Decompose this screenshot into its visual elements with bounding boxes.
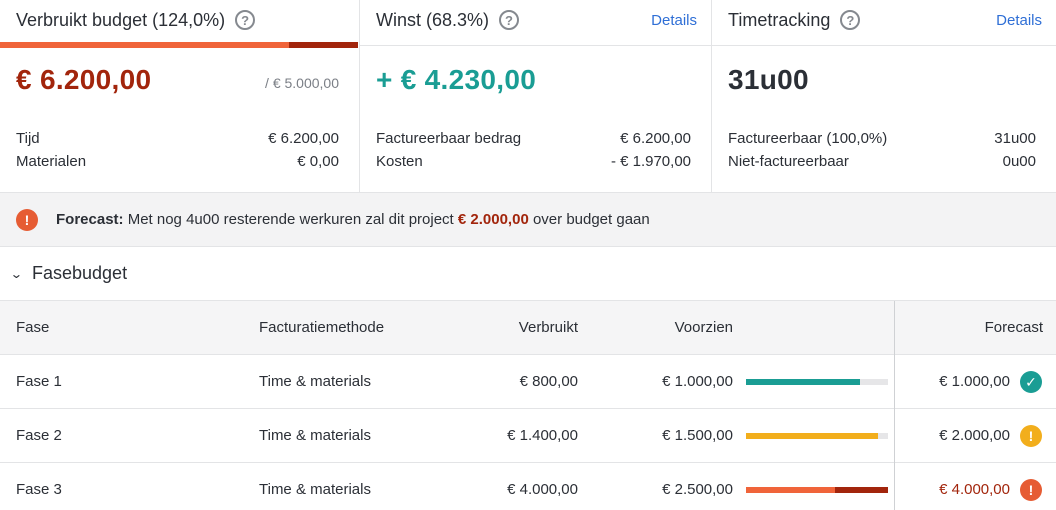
forecast-amount: € 2.000,00 xyxy=(939,427,1010,444)
budget-progress-over xyxy=(288,42,358,48)
timetracking-card: Timetracking ? Details 31u00 Factureerba… xyxy=(711,0,1056,192)
breakdown-label: Kosten xyxy=(376,153,423,170)
breakdown-label: Tijd xyxy=(16,130,40,147)
tracked-hours: 31u00 xyxy=(728,64,809,95)
breakdown-row: Factureerbaar (100,0%) 31u00 xyxy=(728,128,1036,151)
breakdown-value: 31u00 xyxy=(994,130,1036,147)
progress-fill xyxy=(746,379,860,385)
progress-over xyxy=(834,487,888,493)
planned-amount: € 1.500,00 xyxy=(662,427,733,444)
progress-fill xyxy=(746,433,879,439)
header-method: Facturatiemethode xyxy=(259,319,385,336)
table-header: Fase Facturatiemethode Verbruikt Voorzie… xyxy=(0,301,1056,355)
phase-name: Fase 3 xyxy=(16,481,62,498)
budget-card-title: Verbruikt budget (124,0%) xyxy=(16,9,226,30)
breakdown-label: Materialen xyxy=(16,153,87,170)
profit-details-link[interactable]: Details xyxy=(651,12,697,29)
forecast-message: Forecast: Met nog 4u00 resterende werkur… xyxy=(56,211,650,228)
budget-consumed-amount: € 6.200,00 xyxy=(16,64,152,95)
planned-amount: € 1.000,00 xyxy=(662,373,733,390)
breakdown-row: Niet-factureerbaar 0u00 xyxy=(728,151,1036,174)
profit-card: Winst (68.3%) ? Details + € 4.230,00 Fac… xyxy=(359,0,711,192)
forecast-text-before: Met nog 4u00 resterende werkuren zal dit… xyxy=(127,211,454,228)
fasebudget-toggle[interactable]: ⌄ Fasebudget xyxy=(0,247,1056,301)
timetracking-card-title: Timetracking xyxy=(728,9,831,30)
header-used: Verbruikt xyxy=(518,319,578,336)
header-planned: Voorzien xyxy=(674,319,733,336)
breakdown-label: Niet-factureerbaar xyxy=(728,153,849,170)
phase-progress-bar xyxy=(746,379,888,385)
forecast-label: Forecast: xyxy=(56,211,124,228)
alert-icon: ! xyxy=(16,208,38,231)
used-amount: € 4.000,00 xyxy=(507,481,578,498)
profit-amount: + € 4.230,00 xyxy=(376,64,537,95)
divider xyxy=(360,45,711,46)
breakdown-label: Factureerbaar (100,0%) xyxy=(728,130,888,147)
phase-progress-bar xyxy=(746,433,888,439)
timetracking-details-link[interactable]: Details xyxy=(996,12,1042,29)
breakdown-value: 0u00 xyxy=(1002,153,1036,170)
help-icon[interactable]: ? xyxy=(499,10,520,30)
forecast-banner: ! Forecast: Met nog 4u00 resterende werk… xyxy=(0,193,1056,247)
timetracking-card-header: Timetracking ? Details xyxy=(728,0,1042,40)
forecast-amount: € 2.000,00 xyxy=(457,211,529,228)
profit-breakdown: Factureerbaar bedrag € 6.200,00 Kosten -… xyxy=(376,128,691,174)
budget-breakdown: Tijd € 6.200,00 Materialen € 0,00 xyxy=(16,128,339,174)
alert-icon: ! xyxy=(1020,479,1042,501)
header-forecast: Forecast xyxy=(984,319,1043,336)
check-icon: ✓ xyxy=(1020,371,1042,393)
summary-cards: Verbruikt budget (124,0%) ? € 6.200,00 /… xyxy=(0,0,1056,193)
budget-card: Verbruikt budget (124,0%) ? € 6.200,00 /… xyxy=(0,0,359,192)
phase-budget-table: Fase Facturatiemethode Verbruikt Voorzie… xyxy=(0,301,1056,510)
budget-progress-within xyxy=(0,42,289,48)
breakdown-row: Kosten - € 1.970,00 xyxy=(376,151,691,174)
used-amount: € 1.400,00 xyxy=(507,427,578,444)
progress-fill xyxy=(746,487,835,493)
chevron-down-icon: ⌄ xyxy=(9,266,23,281)
budget-total: / € 5.000,00 xyxy=(265,75,339,91)
breakdown-label: Factureerbaar bedrag xyxy=(376,130,522,147)
table-row[interactable]: Fase 3 Time & materials € 4.000,00 € 2.5… xyxy=(0,463,1056,510)
help-icon[interactable]: ? xyxy=(235,10,256,30)
budget-progress-bar xyxy=(0,42,358,48)
header-fase: Fase xyxy=(16,319,50,336)
phase-progress-bar xyxy=(746,487,888,493)
breakdown-value: € 0,00 xyxy=(297,153,339,170)
warning-icon: ! xyxy=(1020,425,1042,447)
forecast-amount: € 4.000,00 xyxy=(939,481,1010,498)
breakdown-value: € 6.200,00 xyxy=(620,130,691,147)
divider xyxy=(712,45,1056,46)
billing-method: Time & materials xyxy=(259,427,371,444)
breakdown-row: Factureerbaar bedrag € 6.200,00 xyxy=(376,128,691,151)
planned-amount: € 2.500,00 xyxy=(662,481,733,498)
column-divider xyxy=(894,301,895,510)
breakdown-row: Materialen € 0,00 xyxy=(16,151,339,174)
profit-card-header: Winst (68.3%) ? Details xyxy=(376,0,697,40)
billing-method: Time & materials xyxy=(259,481,371,498)
forecast-amount: € 1.000,00 xyxy=(939,373,1010,390)
phase-name: Fase 2 xyxy=(16,427,62,444)
breakdown-row: Tijd € 6.200,00 xyxy=(16,128,339,151)
timetracking-breakdown: Factureerbaar (100,0%) 31u00 Niet-factur… xyxy=(728,128,1036,174)
breakdown-value: - € 1.970,00 xyxy=(610,153,691,170)
breakdown-value: € 6.200,00 xyxy=(268,130,339,147)
profit-card-title: Winst (68.3%) xyxy=(376,9,490,30)
table-row[interactable]: Fase 2 Time & materials € 1.400,00 € 1.5… xyxy=(0,409,1056,463)
billing-method: Time & materials xyxy=(259,373,371,390)
phase-name: Fase 1 xyxy=(16,373,62,390)
used-amount: € 800,00 xyxy=(519,373,578,390)
section-title: Fasebudget xyxy=(32,263,128,283)
table-row[interactable]: Fase 1 Time & materials € 800,00 € 1.000… xyxy=(0,355,1056,409)
budget-card-header: Verbruikt budget (124,0%) ? xyxy=(16,0,345,40)
forecast-text-after: over budget gaan xyxy=(532,211,650,228)
help-icon[interactable]: ? xyxy=(840,10,861,30)
